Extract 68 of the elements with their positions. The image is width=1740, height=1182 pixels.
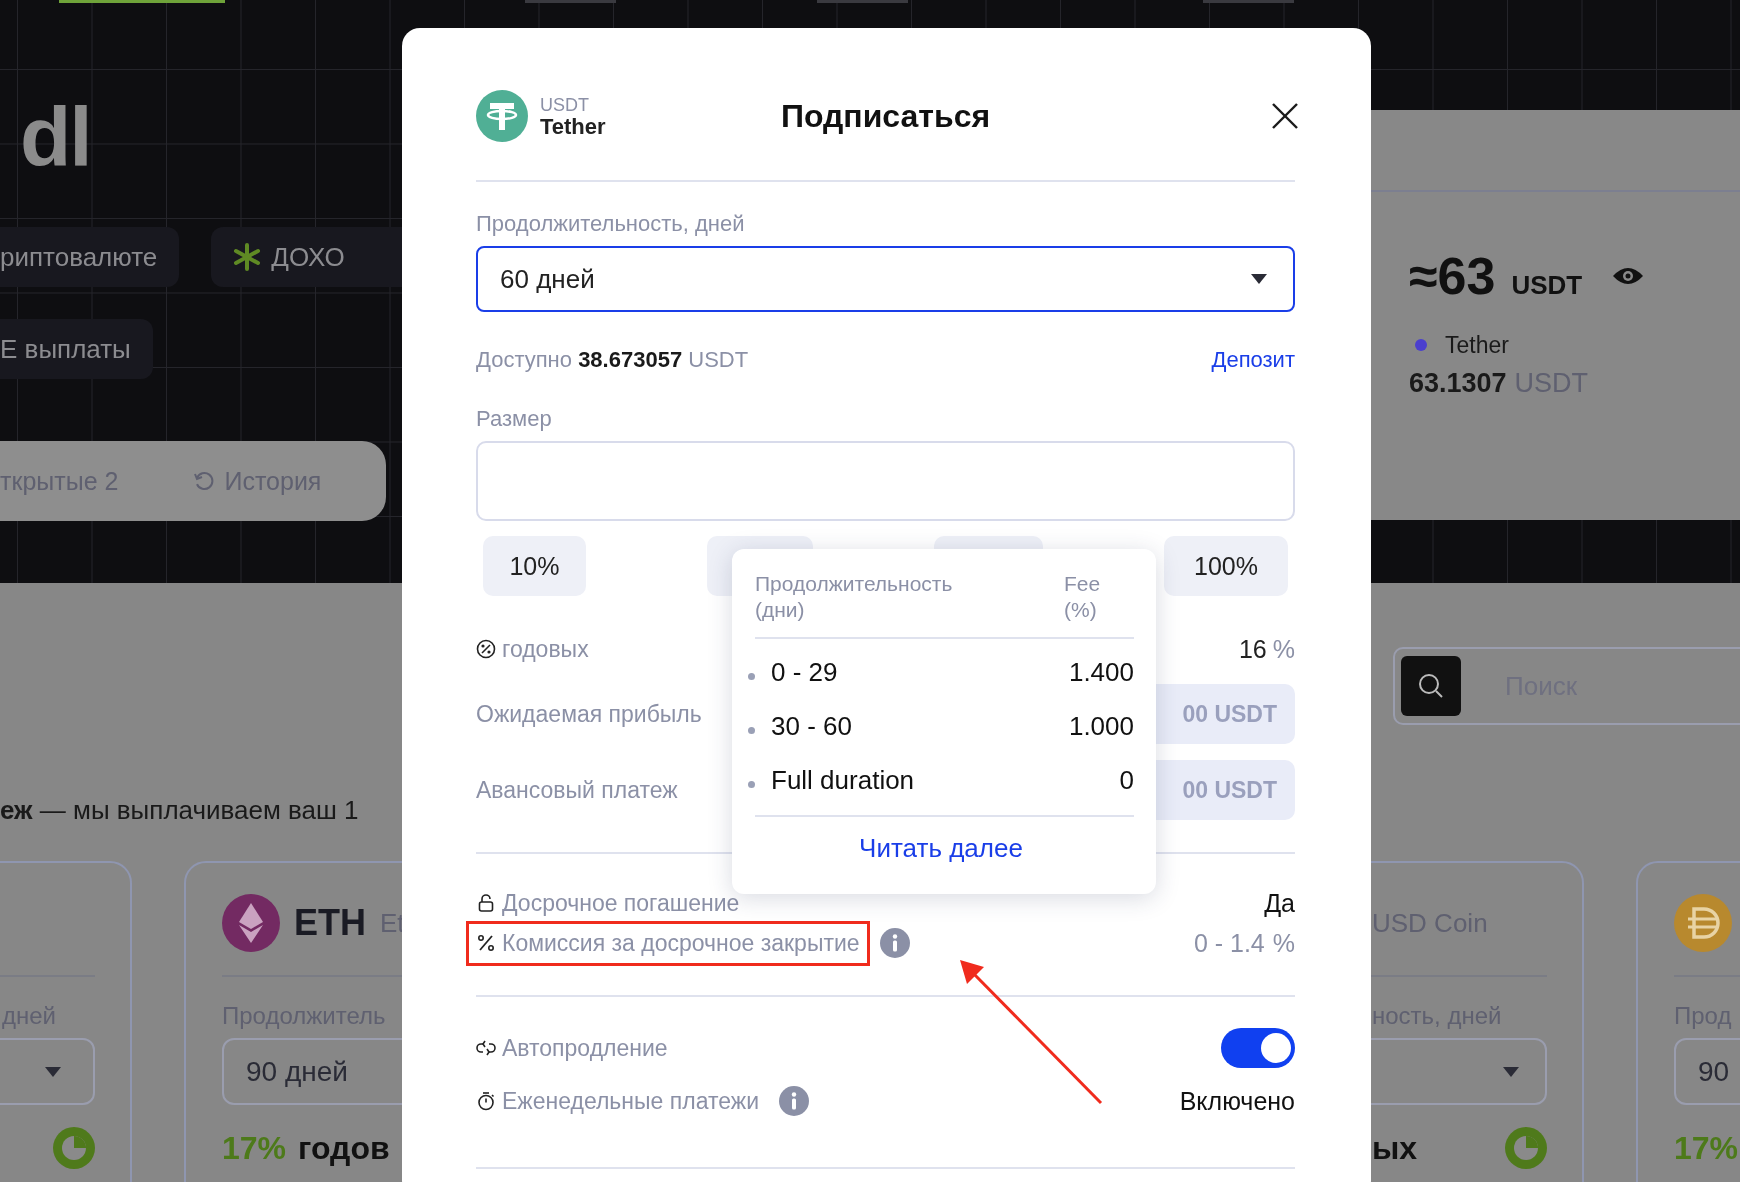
balance-unit: USDT (1511, 270, 1583, 301)
coin-icon (222, 894, 280, 952)
asset-code: USDT (540, 94, 590, 116)
coin-icon (1674, 894, 1732, 952)
row-label: Автопродление (502, 1034, 668, 1062)
apy-value: 17% (222, 1129, 287, 1167)
row-value: Включено (1179, 1086, 1295, 1116)
table-cell: 0 (1119, 764, 1134, 796)
lock-icon (476, 893, 496, 913)
status-dot (1415, 339, 1427, 351)
row-value: 16 (1238, 634, 1267, 664)
available-balance: Доступно 38.673057 USDT (476, 347, 749, 373)
row-label: Еженедельные платежи (502, 1087, 759, 1115)
coin-symbol: ETH (294, 902, 366, 944)
info-icon[interactable] (779, 1086, 809, 1116)
repeat-icon (476, 1038, 496, 1058)
search-button[interactable] (1401, 656, 1461, 716)
percent-icon (476, 639, 496, 659)
read-more-link[interactable]: Читать далее (859, 833, 1023, 864)
asset-name: Tether (540, 116, 606, 138)
table-cell-text: Full duration (771, 764, 916, 796)
field-label: Продолжительность, дней (476, 212, 746, 236)
duration-select[interactable]: 90 (1674, 1038, 1740, 1105)
percent-button[interactable]: 100% (1164, 536, 1288, 596)
deposit-link[interactable]: Депозит (1211, 347, 1295, 373)
filter-chip[interactable]: риптовалюте (0, 227, 180, 287)
row-label: Досрочное погашение (502, 889, 740, 917)
info-icon[interactable] (879, 928, 910, 958)
eye-icon[interactable] (1612, 266, 1645, 286)
caret-icon (45, 1066, 61, 1077)
holding-amount: 63.1307 (1409, 368, 1507, 399)
row-label: Комиссия за досрочное закрытие (502, 929, 860, 957)
page-heading: dl (20, 95, 91, 179)
close-icon[interactable] (1271, 102, 1299, 130)
asset-name: Tether (1445, 331, 1509, 359)
dialog-title: Подписаться (780, 97, 991, 135)
bullet-icon (748, 780, 755, 788)
table-cell-text: 30 - 60 (771, 710, 853, 742)
row-value: Да (1264, 888, 1295, 918)
percent-button[interactable]: 10% (483, 536, 586, 596)
bullet-icon (748, 672, 755, 680)
apy-label: годов (298, 1129, 390, 1167)
apy-label: ых (1372, 1129, 1418, 1167)
row-label: годовых (502, 635, 589, 663)
caret-icon (1503, 1066, 1519, 1077)
row-label: Авансовый платеж (476, 776, 678, 804)
balance-amount: ≈63 (1409, 250, 1496, 302)
apy-value: 17% (1674, 1129, 1739, 1167)
table-cell-text: 0 - 29 (771, 656, 839, 688)
value-unit: % (1272, 634, 1295, 664)
coin-icon (476, 90, 528, 142)
column-header: Fee (%) (1064, 571, 1102, 623)
column-header: Продолжительность (дни) (755, 571, 954, 623)
row-label: Ожидаемая прибыль (476, 700, 702, 728)
amount-input[interactable] (476, 441, 1295, 521)
caret-icon (1251, 274, 1267, 284)
stopwatch-icon (476, 1091, 496, 1111)
row-value: 0 - 1.4 (1193, 928, 1265, 958)
asterisk-icon (233, 243, 262, 271)
filter-chip[interactable]: E выплаты (0, 319, 153, 379)
value-unit: % (1272, 928, 1295, 958)
description-text: еж — мы выплачиваем ваш 1 (0, 795, 360, 825)
duration-select[interactable]: 60 дней (476, 246, 1295, 312)
field-label: Размер (476, 407, 553, 431)
toggle-switch[interactable] (1221, 1028, 1295, 1068)
percent-icon (476, 933, 496, 953)
bullet-icon (748, 726, 755, 734)
chip-label: ДОХО (271, 241, 345, 273)
